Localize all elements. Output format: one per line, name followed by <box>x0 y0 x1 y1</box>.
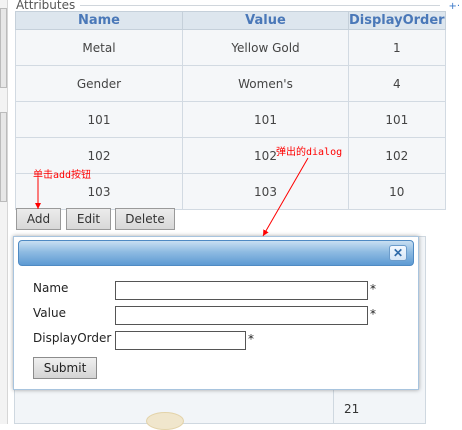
arrow-to-dialog <box>262 157 309 237</box>
annotation-arrows <box>35 157 309 237</box>
